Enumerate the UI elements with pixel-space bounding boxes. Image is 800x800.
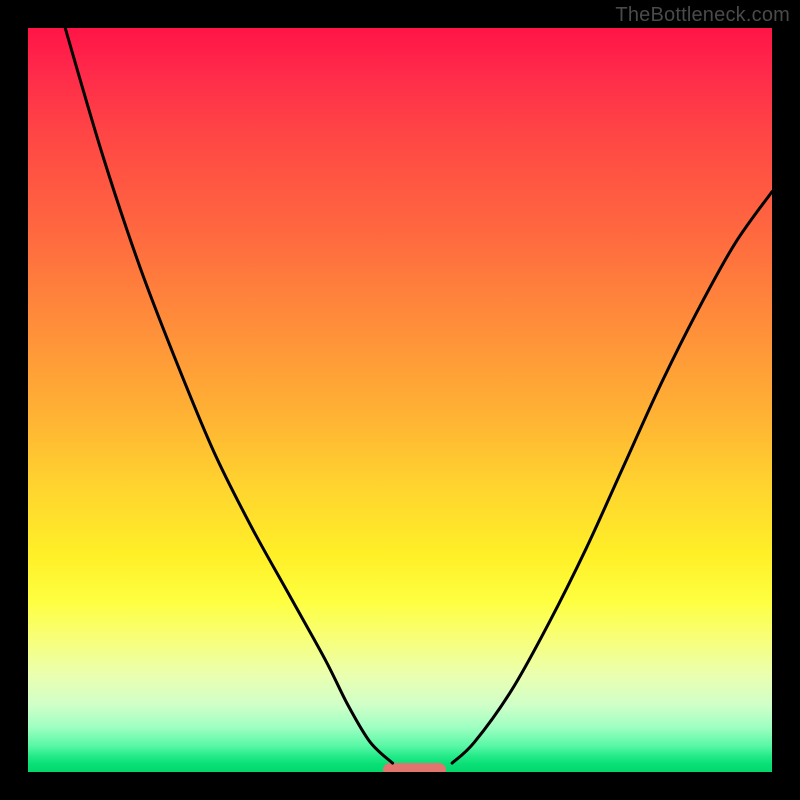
chart-frame: TheBottleneck.com [0,0,800,800]
optimum-marker [383,763,446,772]
watermark-text: TheBottleneck.com [615,4,790,27]
plot-area [28,28,772,772]
heat-gradient [28,28,772,772]
